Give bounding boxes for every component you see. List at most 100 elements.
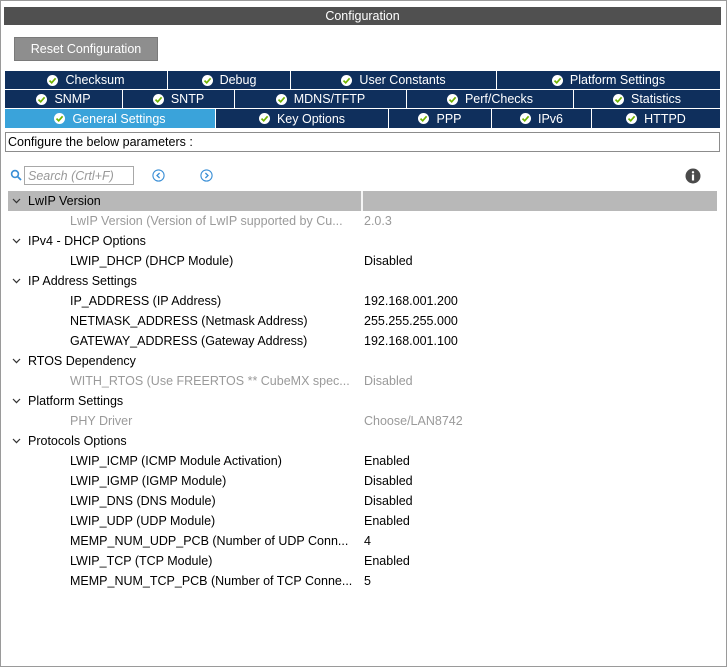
info-icon[interactable] [685,168,701,184]
parameter-name: PHY Driver [70,414,133,428]
parameter-value[interactable]: 255.255.255.000 [364,311,458,331]
parameter-value[interactable]: Enabled [364,451,410,471]
tab-user-constants[interactable]: User Constants [291,71,497,90]
parameter-value[interactable]: 192.168.001.200 [364,291,458,311]
tab-sntp[interactable]: SNTP [123,90,235,109]
parameter-row[interactable]: LWIP_DHCP (DHCP Module) Disabled [8,251,717,271]
group-label: Platform Settings [28,394,124,408]
tab-label: Debug [219,73,257,87]
parameter-name: LwIP Version (Version of LwIP supported … [70,214,343,228]
parameter-value[interactable]: Disabled [364,251,413,271]
tab-ppp[interactable]: PPP [389,109,492,129]
parameter-row[interactable]: GATEWAY_ADDRESS (Gateway Address) 192.168… [8,331,717,351]
check-circle-icon [418,113,430,124]
tab-label: MDNS/TFTP [293,92,366,106]
check-circle-icon [47,74,59,86]
tab-perf-checks[interactable]: Perf/Checks [407,90,574,109]
tab-label: Key Options [276,111,346,126]
caret-down-icon[interactable] [12,231,22,251]
parameter-value: Disabled [364,374,413,388]
tab-statistics[interactable]: Statistics [574,90,721,109]
check-circle-icon [446,93,458,105]
parameter-name: IP_ADDRESS (IP Address) [70,294,222,308]
tab-platform-settings[interactable]: Platform Settings [497,71,721,90]
group-protocols-options[interactable]: Protocols Options [8,431,717,451]
tab-label: User Constants [359,73,446,87]
value-header-bg [363,191,717,211]
group-rtos-dependency[interactable]: RTOS Dependency [8,351,717,371]
parameter-row[interactable]: MEMP_NUM_TCP_PCB (Number of TCP Conne...… [8,571,717,591]
tab-snmp[interactable]: SNMP [5,90,123,109]
parameter-row[interactable]: LWIP_IGMP (IGMP Module) Disabled [8,471,717,491]
parameter-name: LWIP_TCP (TCP Module) [70,554,213,568]
tab-label: Platform Settings [569,73,666,87]
parameter-row[interactable]: PHY Driver Choose/LAN8742 [8,411,717,431]
tab-checksum[interactable]: Checksum [5,71,168,90]
search-input[interactable] [24,166,134,185]
tab-general-settings[interactable]: General Settings [5,109,216,129]
check-circle-icon [519,113,531,124]
parameter-name: LWIP_DHCP (DHCP Module) [70,254,234,268]
parameter-value[interactable]: Enabled [364,511,410,531]
caret-down-icon[interactable] [12,191,22,211]
group-label: Protocols Options [28,434,127,448]
group-ip-address-settings[interactable]: IP Address Settings [8,271,717,291]
reset-configuration-button[interactable]: Reset Configuration [14,37,158,61]
group-lwip-version[interactable]: LwIP Version [8,191,717,211]
tab-row-1: Checksum Debug User Constants Platform Sett… [5,71,721,90]
tab-label: PPP [436,111,462,126]
parameter-value[interactable]: Disabled [364,491,413,511]
parameter-value[interactable]: 4 [364,531,371,551]
parameter-row[interactable]: NETMASK_ADDRESS (Netmask Address) 255.255… [8,311,717,331]
parameter-name: LWIP_ICMP (ICMP Module Activation) [70,454,282,468]
parameter-value[interactable]: 192.168.001.100 [364,331,458,351]
tab-label: Checksum [65,73,125,87]
parameter-name: GATEWAY_ADDRESS (Gateway Address) [70,334,308,348]
check-circle-icon [612,93,624,105]
parameter-row[interactable]: LWIP_UDP (UDP Module) Enabled [8,511,717,531]
group-ipv4-dhcp-options[interactable]: IPv4 - DHCP Options [8,231,717,251]
chevron-left-circle-icon[interactable] [152,169,165,182]
parameter-row[interactable]: MEMP_NUM_UDP_PCB (Number of UDP Conn... 4 [8,531,717,551]
caret-down-icon[interactable] [12,351,22,371]
tab-row-3: General Settings Key Options PPP IPv6 HTTPD [5,109,721,129]
caret-down-icon[interactable] [12,271,22,291]
window-title: Configuration [4,7,721,25]
chevron-right-circle-icon[interactable] [200,169,213,182]
parameter-row[interactable]: LwIP Version (Version of LwIP supported … [8,211,717,231]
tab-debug[interactable]: Debug [168,71,291,90]
parameter-value: Choose/LAN8742 [364,414,463,428]
tab-key-options[interactable]: Key Options [216,109,389,129]
parameter-name: MEMP_NUM_TCP_PCB (Number of TCP Conne... [70,574,353,588]
parameter-name: NETMASK_ADDRESS (Netmask Address) [70,314,308,328]
group-label: LwIP Version [28,194,101,208]
tab-ipv6[interactable]: IPv6 [492,109,592,129]
check-circle-icon [258,113,270,124]
parameter-name: LWIP_DNS (DNS Module) [70,494,216,508]
parameter-value[interactable]: Enabled [364,551,410,571]
parameter-row[interactable]: LWIP_TCP (TCP Module) Enabled [8,551,717,571]
check-circle-icon [551,74,563,86]
tab-mdns-tftp[interactable]: MDNS/TFTP [235,90,407,109]
caret-down-icon[interactable] [12,431,22,451]
tab-row-2: SNMP SNTP MDNS/TFTP Perf/Checks Statistics [5,90,721,109]
parameter-row[interactable]: LWIP_DNS (DNS Module) Disabled [8,491,717,511]
group-label: IPv4 - DHCP Options [28,234,146,248]
parameter-name: MEMP_NUM_UDP_PCB (Number of UDP Conn... [70,534,349,548]
tab-label: Statistics [630,92,681,106]
parameter-name: LWIP_IGMP (IGMP Module) [70,474,227,488]
configure-instructions: Configure the below parameters : [5,132,720,152]
parameter-value[interactable]: Disabled [364,471,413,491]
parameter-row[interactable]: WITH_RTOS (Use FREERTOS ** CubeMX spec..… [8,371,717,391]
tab-label: Perf/Checks [464,92,534,106]
caret-down-icon[interactable] [12,391,22,411]
parameter-name: LWIP_UDP (UDP Module) [70,514,216,528]
parameter-name: WITH_RTOS (Use FREERTOS ** CubeMX spec..… [70,374,350,388]
parameter-value[interactable]: 5 [364,571,371,591]
tab-label: HTTPD [644,111,686,126]
parameter-row[interactable]: IP_ADDRESS (IP Address) 192.168.001.200 [8,291,717,311]
parameter-tree: LwIP Version LwIP Version (Version of LwI… [8,191,717,591]
parameter-row[interactable]: LWIP_ICMP (ICMP Module Activation) Enable… [8,451,717,471]
group-platform-settings[interactable]: Platform Settings [8,391,717,411]
tab-httpd[interactable]: HTTPD [592,109,721,129]
